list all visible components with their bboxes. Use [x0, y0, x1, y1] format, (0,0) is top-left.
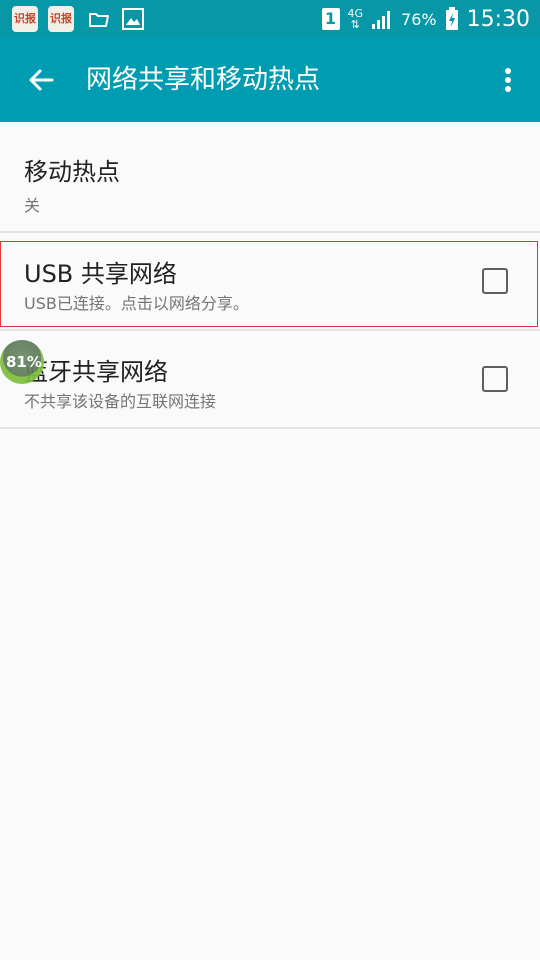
list-item-title: 蓝牙共享网络 [24, 358, 168, 386]
battery-charging-icon [445, 7, 458, 30]
sim-badge: 1 [321, 8, 340, 30]
more-vert-icon [505, 68, 511, 74]
list-item-subtitle: USB已连接。点击以网络分享。 [24, 294, 249, 313]
settings-list: 移动热点 关 USB 共享网络 USB已连接。点击以网络分享。 蓝牙共享网络 不… [0, 122, 540, 429]
list-item-mobile-hotspot[interactable]: 移动热点 关 [0, 122, 540, 233]
image-icon [122, 8, 144, 30]
battery-percent: 76% [401, 9, 437, 29]
page-title: 网络共享和移动热点 [86, 65, 321, 95]
app-notification-icon: 识报 [48, 6, 74, 32]
app-bar: 网络共享和移动热点 [0, 38, 540, 122]
list-item-subtitle: 不共享该设备的互联网连接 [24, 392, 217, 411]
more-options-button[interactable] [496, 60, 520, 100]
list-item-title: USB 共享网络 [24, 260, 177, 288]
usb-tethering-checkbox[interactable] [482, 268, 508, 294]
list-item-subtitle: 关 [24, 196, 41, 215]
status-bar: 识报 识报 1 4G ⇅ 76% 15:30 [0, 0, 540, 38]
divider [0, 427, 540, 429]
list-item-bluetooth-tethering[interactable]: 蓝牙共享网络 不共享该设备的互联网连接 [0, 330, 540, 429]
network-indicator: 4G ⇅ [348, 8, 364, 30]
back-arrow-icon [29, 69, 54, 91]
list-item-title: 移动热点 [24, 158, 120, 186]
app-notification-icon: 识报 [12, 6, 38, 32]
status-clock: 15:30 [466, 6, 530, 32]
back-button[interactable] [22, 60, 62, 100]
signal-icon [372, 11, 391, 29]
floating-memory-bubble[interactable]: 81% [0, 340, 44, 384]
data-arrows-icon: ⇅ [350, 18, 360, 31]
folder-icon [89, 13, 109, 27]
bluetooth-tethering-checkbox[interactable] [482, 366, 508, 392]
list-item-usb-tethering[interactable]: USB 共享网络 USB已连接。点击以网络分享。 [0, 232, 540, 331]
